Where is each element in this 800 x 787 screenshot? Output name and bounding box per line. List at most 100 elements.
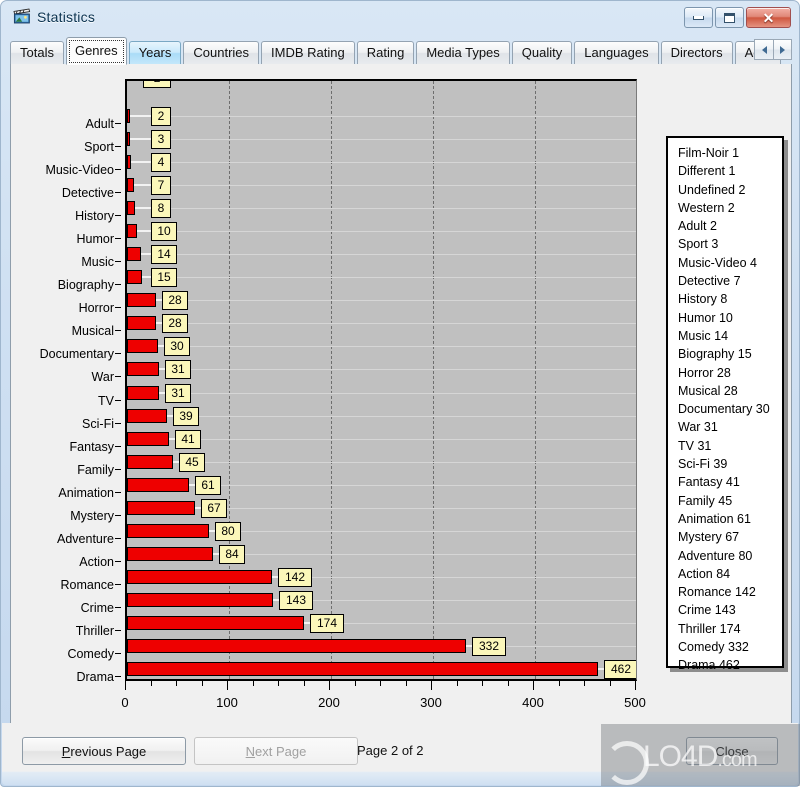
- chart-y-label: War: [91, 370, 114, 384]
- chart-x-tick: [278, 681, 279, 686]
- chart-x-tick: [610, 681, 611, 686]
- legend-entry: Musical 28: [678, 383, 738, 398]
- minimize-button[interactable]: [684, 7, 713, 28]
- chart-row-separator: [127, 393, 636, 394]
- tab-scroll-left-button[interactable]: [754, 39, 773, 60]
- tab-list: Totals Genres Years Countries IMDB Rating Rat…: [10, 37, 783, 65]
- chart-row-separator: [127, 369, 636, 370]
- chart-x-tick: [355, 681, 356, 686]
- chart-row-separator: [127, 346, 636, 347]
- chart-bar: [127, 432, 169, 446]
- chart-bar-label: 2: [151, 107, 171, 126]
- chart-x-label: 0: [121, 695, 129, 710]
- chart-y-tick: [115, 515, 121, 516]
- chart-bar-label: 14: [151, 245, 177, 264]
- chart-y-label: Action: [79, 555, 114, 569]
- chart-y-label: Musical: [71, 324, 114, 338]
- chart-y-tick: [115, 284, 121, 285]
- chart-y-tick: [115, 353, 121, 354]
- chart-bar: [127, 547, 213, 561]
- chart-plot-area: 2 2 3 4 7 8 10 14 15 28 28 30 31 31 39 41 45 61 67 80 84 142 1…: [125, 79, 637, 681]
- tab-directors[interactable]: Directors: [660, 41, 733, 65]
- chart-y-tick: [115, 538, 121, 539]
- legend-entry: Undefined 2: [678, 182, 746, 197]
- chart-bar-label: 15: [151, 268, 177, 287]
- chart-bar-label: 143: [279, 591, 313, 610]
- chart-y-label: History: [75, 209, 114, 223]
- tab-imdb-rating[interactable]: IMDB Rating: [261, 41, 355, 65]
- chart-y-label: Sci-Fi: [82, 417, 114, 431]
- legend-entry: War 31: [678, 420, 718, 435]
- chart-y-label: Detective: [61, 186, 114, 200]
- chart-bar-label: 174: [310, 614, 344, 633]
- chart-gridline: [535, 81, 536, 679]
- chart-bar-label: 10: [151, 222, 177, 241]
- chart-bar: [127, 224, 137, 238]
- chart-bar: [127, 662, 598, 676]
- chart-x-tick: [151, 681, 152, 686]
- tab-genres[interactable]: Genres: [65, 37, 127, 65]
- legend-entry: Comedy 332: [678, 640, 749, 655]
- chart-row-separator: [127, 439, 636, 440]
- window-title: Statistics: [37, 9, 96, 25]
- chart-y-tick: [115, 676, 121, 677]
- chart-x-tick: [329, 681, 330, 690]
- close-icon: ✕: [762, 9, 775, 26]
- chart-y-label: Music-Video: [45, 163, 114, 177]
- chart-bar-label: 28: [162, 291, 188, 310]
- maximize-button[interactable]: [715, 7, 744, 28]
- legend-entry: Music-Video 4: [678, 255, 757, 270]
- chart-y-label: Thriller: [75, 624, 114, 638]
- chart-row-separator: [127, 277, 636, 278]
- chart-x-tick: [125, 681, 126, 690]
- chart-bar: [127, 501, 195, 515]
- chart-x-tick: [406, 681, 407, 686]
- legend-entry: Sport 3: [678, 237, 719, 252]
- tab-media-types[interactable]: Media Types: [416, 41, 510, 65]
- chart-bar: [127, 362, 159, 376]
- minimize-icon: [693, 15, 704, 20]
- previous-page-button[interactable]: Previous Page: [22, 737, 186, 765]
- chart-bar: [127, 478, 189, 492]
- chart-y-label: Comedy: [67, 647, 114, 661]
- chart-bar: [127, 293, 156, 307]
- chart-y-label: Humor: [76, 232, 114, 246]
- chart-x-label: 500: [624, 695, 646, 710]
- tab-scroll-right-button[interactable]: [773, 39, 792, 60]
- chart-bar-label: 30: [164, 337, 190, 356]
- tab-countries[interactable]: Countries: [183, 41, 260, 65]
- genres-bar-chart: Adult Sport Music-Video Detective History Hum…: [24, 70, 649, 710]
- chart-label-leader: [130, 115, 151, 117]
- chart-y-label: Sport: [84, 140, 114, 154]
- chart-bar-label: 31: [165, 384, 191, 403]
- tab-rating[interactable]: Rating: [356, 41, 415, 65]
- chart-x-label: 100: [216, 695, 238, 710]
- chart-bar: [127, 178, 134, 192]
- chart-bar-label: 80: [215, 522, 241, 541]
- tab-quality[interactable]: Quality: [511, 41, 573, 65]
- chart-y-label: Drama: [76, 670, 114, 684]
- right-arrow-icon: [780, 45, 785, 54]
- chart-bar: [127, 639, 466, 653]
- chart-x-tick: [584, 681, 585, 686]
- close-window-button[interactable]: ✕: [746, 7, 791, 28]
- chart-x-tick: [559, 681, 560, 686]
- tab-years[interactable]: Years: [128, 41, 182, 65]
- chart-label-leader: [134, 184, 151, 186]
- chart-y-label: Biography: [57, 278, 114, 292]
- tab-totals[interactable]: Totals: [10, 41, 64, 65]
- legend-entry: Drama 462: [678, 658, 740, 673]
- chart-x-tick: [304, 681, 305, 686]
- chart-x-tick: [253, 681, 254, 686]
- tab-languages[interactable]: Languages: [574, 41, 659, 65]
- chart-row-separator: [127, 231, 636, 232]
- tab-label: Languages: [584, 45, 649, 60]
- chart-x-axis: 0 100 200 300 400 500: [121, 681, 646, 715]
- chart-bar: [127, 593, 273, 607]
- legend-entry: Family 45: [678, 493, 733, 508]
- chart-bar: [127, 524, 209, 538]
- chart-bar-label: 61: [195, 476, 221, 495]
- tab-label: Years: [138, 45, 172, 60]
- chart-bar: [127, 247, 141, 261]
- chart-y-label: Adult: [85, 117, 115, 131]
